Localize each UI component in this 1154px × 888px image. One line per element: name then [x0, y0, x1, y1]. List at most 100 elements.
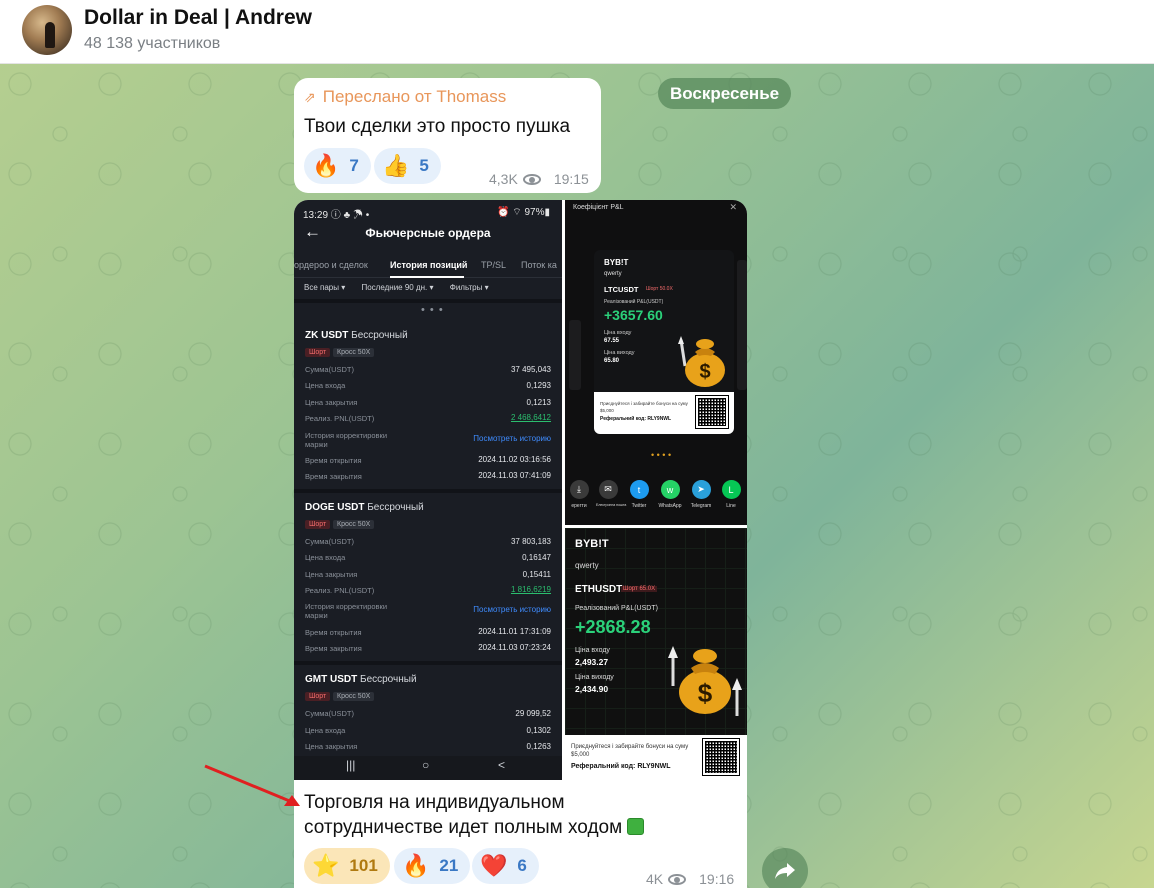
message-time: 19:15 [553, 171, 589, 187]
entry-value: 67.55 [604, 338, 620, 344]
share-label: WhatsApp [658, 503, 682, 509]
android-nav-bar: ||| ○ < [294, 756, 562, 780]
tab-underline [390, 276, 464, 278]
row-label: Реализ. PNL(USDT) [305, 414, 375, 423]
whatsapp-icon: w [660, 480, 680, 499]
screen-title: Фьючерсные ордера [365, 226, 491, 240]
channel-avatar[interactable] [22, 5, 72, 55]
divider [294, 661, 562, 665]
tab-position-history: История позиций [390, 260, 468, 270]
share-label: ерегти [571, 503, 587, 509]
tab-bar: ордерoо и сделок История позиций TP/SL П… [294, 258, 562, 278]
row-value: 2024.11.02 03:16:56 [478, 455, 551, 464]
side-badge: Шорт 65.0X [621, 586, 658, 592]
filter-more: Фильтры ▾ [449, 283, 489, 292]
forwarded-header[interactable]: ⇗ Переслано от Thomass [304, 87, 506, 107]
order-pair: GMT USDT [305, 674, 358, 685]
share-label: Telegram [690, 503, 712, 509]
heart-icon: ❤️ [480, 853, 508, 878]
qr-code [695, 395, 729, 429]
share-email: ✉ Електронна пошта [596, 480, 627, 507]
divider [294, 299, 562, 303]
row-value: 37 495,043 [510, 365, 551, 374]
referral-code: Реферальний код: RLY9NWL [571, 763, 671, 770]
forward-button[interactable] [762, 848, 808, 888]
username: qwerty [575, 561, 599, 570]
chat-header[interactable]: Dollar in Deal | Andrew 48 138 участнико… [0, 0, 1154, 64]
row-label: Сумма(USDT) [305, 537, 354, 546]
tag-cross: Кросс 50X [333, 692, 375, 701]
screenshot-futures-orders[interactable]: 13:29 ⓘ ♣ ☂ • ⏰ ⌔ 97%▮ ← Фьючерсные орде… [294, 200, 562, 780]
share-label: Електронна пошта [596, 503, 627, 507]
twitter-icon: t [629, 480, 649, 499]
tag-cross: Кросс 50X [333, 348, 375, 357]
order-title: ZK USDT Бессрочный [305, 330, 408, 341]
pair: LTCUSDT [604, 285, 639, 294]
reaction-fire[interactable]: 🔥 21 [394, 848, 471, 884]
row-value: 0,1302 [526, 726, 551, 735]
row-value: 0,1293 [526, 381, 551, 390]
exit-value: 65.80 [604, 358, 620, 364]
message-text: Торговля на индивидуальном сотрудничеств… [304, 790, 724, 840]
order-kind: Бессрочный [367, 502, 424, 513]
exit-label: Ціна виходу [604, 350, 635, 356]
reaction-fire[interactable]: 🔥 7 [304, 148, 371, 184]
row-label: Сумма(USDT) [305, 365, 354, 374]
order-kind: Бессрочный [360, 674, 417, 685]
row-label: Цена закрытия [305, 570, 358, 579]
eye-icon [668, 873, 687, 885]
reaction-count: 7 [349, 156, 359, 175]
filter-pairs: Все пары ▾ [304, 283, 346, 292]
row-label: Цена закрытия [305, 742, 358, 751]
row-value: 2024.11.03 07:41:09 [478, 471, 551, 480]
row-value-pnl: 2 468,6412 [510, 413, 551, 422]
order-kind: Бессрочный [351, 330, 408, 341]
reaction-count: 5 [419, 156, 429, 175]
back-icon: < [498, 758, 506, 772]
message-bubble-album[interactable]: 13:29 ⓘ ♣ ☂ • ⏰ ⌔ 97%▮ ← Фьючерсные орде… [294, 200, 747, 888]
referral-strip: Приєднуйтеся і забирайте бонуси на суму … [565, 735, 747, 780]
reaction-heart[interactable]: ❤️ 6 [472, 848, 539, 884]
bybit-logo: BYB!T [575, 538, 609, 550]
share-line: L Line [719, 480, 743, 509]
reaction-thumbs-up[interactable]: 👍 5 [374, 148, 441, 184]
entry-label: Ціна входу [575, 647, 610, 654]
row-label: Цена входа [305, 553, 346, 562]
row-label: Время закрытия [305, 644, 362, 653]
message-bubble[interactable]: ⇗ Переслано от Thomass Твои сделки это п… [294, 78, 601, 193]
screenshot-eth-pnl[interactable]: BYB!T qwerty ETHUSDT Шорт 65.0X Реалізов… [565, 528, 747, 780]
chat-title[interactable]: Dollar in Deal | Andrew [84, 6, 312, 30]
reaction-star[interactable]: ⭐ 101 [304, 848, 390, 884]
pnl-card: BYB!T qwerty LTCUSDT Шорт 50.0X Реалізов… [594, 250, 734, 434]
svg-text:$: $ [698, 678, 713, 708]
entry-label: Ціна входу [604, 330, 632, 336]
home-icon: ○ [422, 758, 430, 772]
status-icons: ⏰ ⌔ 97%▮ [497, 207, 550, 218]
star-icon: ⭐ [312, 853, 340, 878]
pnl-label: Реалізований P&L(USDT) [604, 299, 664, 305]
bonus-text: Приєднуйтеся і забирайте бонуси на суму … [600, 401, 688, 413]
tag-short: Шорт [305, 348, 331, 357]
share-save: ⤓ ерегти [567, 480, 591, 509]
date-separator: Воскресенье [658, 78, 792, 109]
message-meta: 4K 19:16 [646, 871, 734, 887]
share-label: Twitter [631, 503, 647, 509]
row-label: Цена входа [305, 381, 346, 390]
views-count: 4K [646, 871, 664, 887]
history-link: Посмотреть историю [473, 605, 551, 614]
exit-label: Ціна виходу [575, 674, 614, 681]
tag-short: Шорт [305, 692, 331, 701]
close-icon: ✕ [729, 202, 737, 212]
share-label: Line [726, 503, 736, 509]
entry-value: 2,493.27 [575, 657, 609, 667]
views-count: 4,3K [489, 171, 518, 187]
share-arrow-icon [775, 863, 795, 879]
thumbs-up-icon: 👍 [382, 153, 410, 178]
pnl-value: +2868.28 [575, 617, 651, 637]
qr-code [702, 738, 740, 776]
row-label: Сумма(USDT) [305, 709, 354, 718]
row-value: 37 803,183 [510, 537, 551, 546]
screenshot-pnl-share[interactable]: Коефіцієнт P&L ✕ BYB!T qwerty LTCUSDT Шо… [565, 200, 747, 525]
order-pair: ZK USDT [305, 330, 349, 341]
message-text-line: Торговля на индивидуальном [304, 792, 565, 813]
